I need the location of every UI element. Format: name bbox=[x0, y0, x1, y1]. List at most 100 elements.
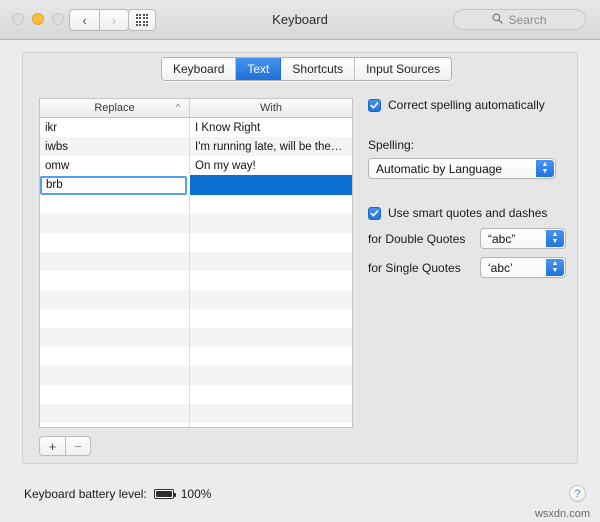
double-quotes-row: for Double Quotes “abc” ▲ ▼ bbox=[368, 228, 568, 249]
cell-with bbox=[190, 195, 352, 214]
table-body: ikr I Know Right iwbs I'm running late, … bbox=[40, 118, 352, 427]
spelling-popup-button[interactable]: Automatic by Language ▲ ▼ bbox=[368, 158, 556, 179]
column-header-replace[interactable]: Replace ^ bbox=[40, 99, 190, 117]
chevron-updown-icon: ▲ ▼ bbox=[546, 230, 564, 247]
cell-replace-editing[interactable]: brb bbox=[40, 175, 190, 195]
table-row-empty[interactable] bbox=[40, 309, 352, 328]
cell-with bbox=[190, 404, 352, 423]
battery-full-icon bbox=[153, 489, 176, 499]
cell-with[interactable]: I Know Right bbox=[190, 118, 352, 137]
cell-replace bbox=[40, 290, 190, 309]
table-row[interactable]: omw On my way! bbox=[40, 156, 352, 175]
cell-with[interactable]: I'm running late, will be the… bbox=[190, 137, 352, 156]
options-column: Correct spelling automatically Spelling:… bbox=[368, 98, 568, 278]
tab-keyboard[interactable]: Keyboard bbox=[162, 58, 237, 80]
table-row-empty[interactable] bbox=[40, 423, 352, 427]
single-quotes-value: ‘abc’ bbox=[488, 260, 513, 275]
checkmark-icon bbox=[370, 101, 379, 108]
table-row-empty[interactable] bbox=[40, 233, 352, 252]
table-row-empty[interactable] bbox=[40, 290, 352, 309]
column-header-with-label: With bbox=[260, 102, 282, 114]
cell-with-selected[interactable] bbox=[190, 175, 352, 195]
cell-replace bbox=[40, 328, 190, 347]
correct-spelling-label: Correct spelling automatically bbox=[388, 98, 545, 112]
help-button[interactable]: ? bbox=[569, 485, 586, 502]
table-row-empty[interactable] bbox=[40, 214, 352, 233]
cell-with bbox=[190, 347, 352, 366]
cell-replace bbox=[40, 366, 190, 385]
correct-spelling-row[interactable]: Correct spelling automatically bbox=[368, 98, 568, 112]
keyboard-preferences-window: ‹ › Keyboard Search Keyboard Text Shortc… bbox=[0, 0, 600, 522]
replace-edit-input[interactable]: brb bbox=[40, 175, 187, 195]
add-entry-button[interactable]: + bbox=[39, 436, 65, 456]
battery-status: Keyboard battery level: 100% bbox=[24, 487, 211, 501]
cell-replace[interactable]: omw bbox=[40, 156, 190, 175]
chevron-updown-icon: ▲ ▼ bbox=[546, 259, 564, 276]
table-row[interactable]: iwbs I'm running late, will be the… bbox=[40, 137, 352, 156]
search-placeholder: Search bbox=[508, 12, 547, 27]
cell-with[interactable]: On my way! bbox=[190, 156, 352, 175]
table-row-empty[interactable] bbox=[40, 271, 352, 290]
chevron-up-icon: ^ bbox=[175, 102, 180, 112]
table-row-empty[interactable] bbox=[40, 404, 352, 423]
column-header-replace-label: Replace bbox=[94, 102, 135, 114]
table-row-empty[interactable] bbox=[40, 347, 352, 366]
cell-with bbox=[190, 423, 352, 427]
table-row[interactable]: ikr I Know Right bbox=[40, 118, 352, 137]
cell-with bbox=[190, 252, 352, 271]
cell-with bbox=[190, 214, 352, 233]
cell-with bbox=[190, 328, 352, 347]
cell-replace bbox=[40, 271, 190, 290]
cell-replace[interactable]: ikr bbox=[40, 118, 190, 137]
double-quotes-popup-button[interactable]: “abc” ▲ ▼ bbox=[480, 228, 566, 249]
table-header: Replace ^ With bbox=[40, 99, 352, 118]
search-input[interactable]: Search bbox=[453, 9, 586, 30]
cell-replace bbox=[40, 347, 190, 366]
cell-replace bbox=[40, 423, 190, 427]
smart-quotes-label: Use smart quotes and dashes bbox=[388, 206, 548, 220]
smart-quotes-row[interactable]: Use smart quotes and dashes bbox=[368, 206, 568, 220]
smart-quotes-block: Use smart quotes and dashes for Double Q… bbox=[368, 206, 568, 278]
cell-with bbox=[190, 385, 352, 404]
single-quotes-popup-button[interactable]: ‘abc’ ▲ ▼ bbox=[480, 257, 566, 278]
cell-replace bbox=[40, 195, 190, 214]
smart-quotes-checkbox[interactable] bbox=[368, 206, 381, 220]
checkmark-icon bbox=[370, 209, 379, 216]
title-bar: ‹ › Keyboard Search bbox=[0, 0, 600, 40]
chevron-updown-icon: ▲ ▼ bbox=[536, 160, 554, 177]
tab-text[interactable]: Text bbox=[236, 58, 282, 80]
spelling-popup-value: Automatic by Language bbox=[376, 161, 503, 176]
search-icon bbox=[492, 13, 504, 27]
cell-with bbox=[190, 366, 352, 385]
watermark: wsxdn.com bbox=[534, 508, 590, 520]
tab-shortcuts[interactable]: Shortcuts bbox=[281, 58, 356, 80]
double-quotes-label: for Double Quotes bbox=[368, 231, 466, 246]
cell-with bbox=[190, 233, 352, 252]
table-add-remove-buttons: + − bbox=[39, 436, 91, 456]
text-replacement-table[interactable]: Replace ^ With ikr I Know Right iwbs I'm… bbox=[39, 98, 353, 428]
double-quotes-value: “abc” bbox=[488, 231, 516, 246]
battery-status-label: Keyboard battery level: bbox=[24, 487, 147, 501]
table-row-empty[interactable] bbox=[40, 366, 352, 385]
cell-with bbox=[190, 290, 352, 309]
cell-replace bbox=[40, 309, 190, 328]
preferences-panel: Keyboard Text Shortcuts Input Sources Re… bbox=[22, 52, 578, 464]
cell-replace bbox=[40, 233, 190, 252]
table-row-empty[interactable] bbox=[40, 328, 352, 347]
table-row-empty[interactable] bbox=[40, 195, 352, 214]
remove-entry-button[interactable]: − bbox=[65, 436, 91, 456]
tab-input-sources[interactable]: Input Sources bbox=[355, 58, 452, 80]
cell-replace bbox=[40, 385, 190, 404]
cell-with bbox=[190, 309, 352, 328]
cell-replace[interactable]: iwbs bbox=[40, 137, 190, 156]
cell-with bbox=[190, 271, 352, 290]
cell-replace bbox=[40, 252, 190, 271]
table-row-editing[interactable]: brb bbox=[40, 175, 352, 195]
table-row-empty[interactable] bbox=[40, 385, 352, 404]
spelling-label: Spelling: bbox=[368, 138, 415, 152]
single-quotes-label: for Single Quotes bbox=[368, 260, 461, 275]
column-header-with[interactable]: With bbox=[190, 99, 352, 117]
correct-spelling-checkbox[interactable] bbox=[368, 98, 381, 112]
cell-replace bbox=[40, 214, 190, 233]
table-row-empty[interactable] bbox=[40, 252, 352, 271]
